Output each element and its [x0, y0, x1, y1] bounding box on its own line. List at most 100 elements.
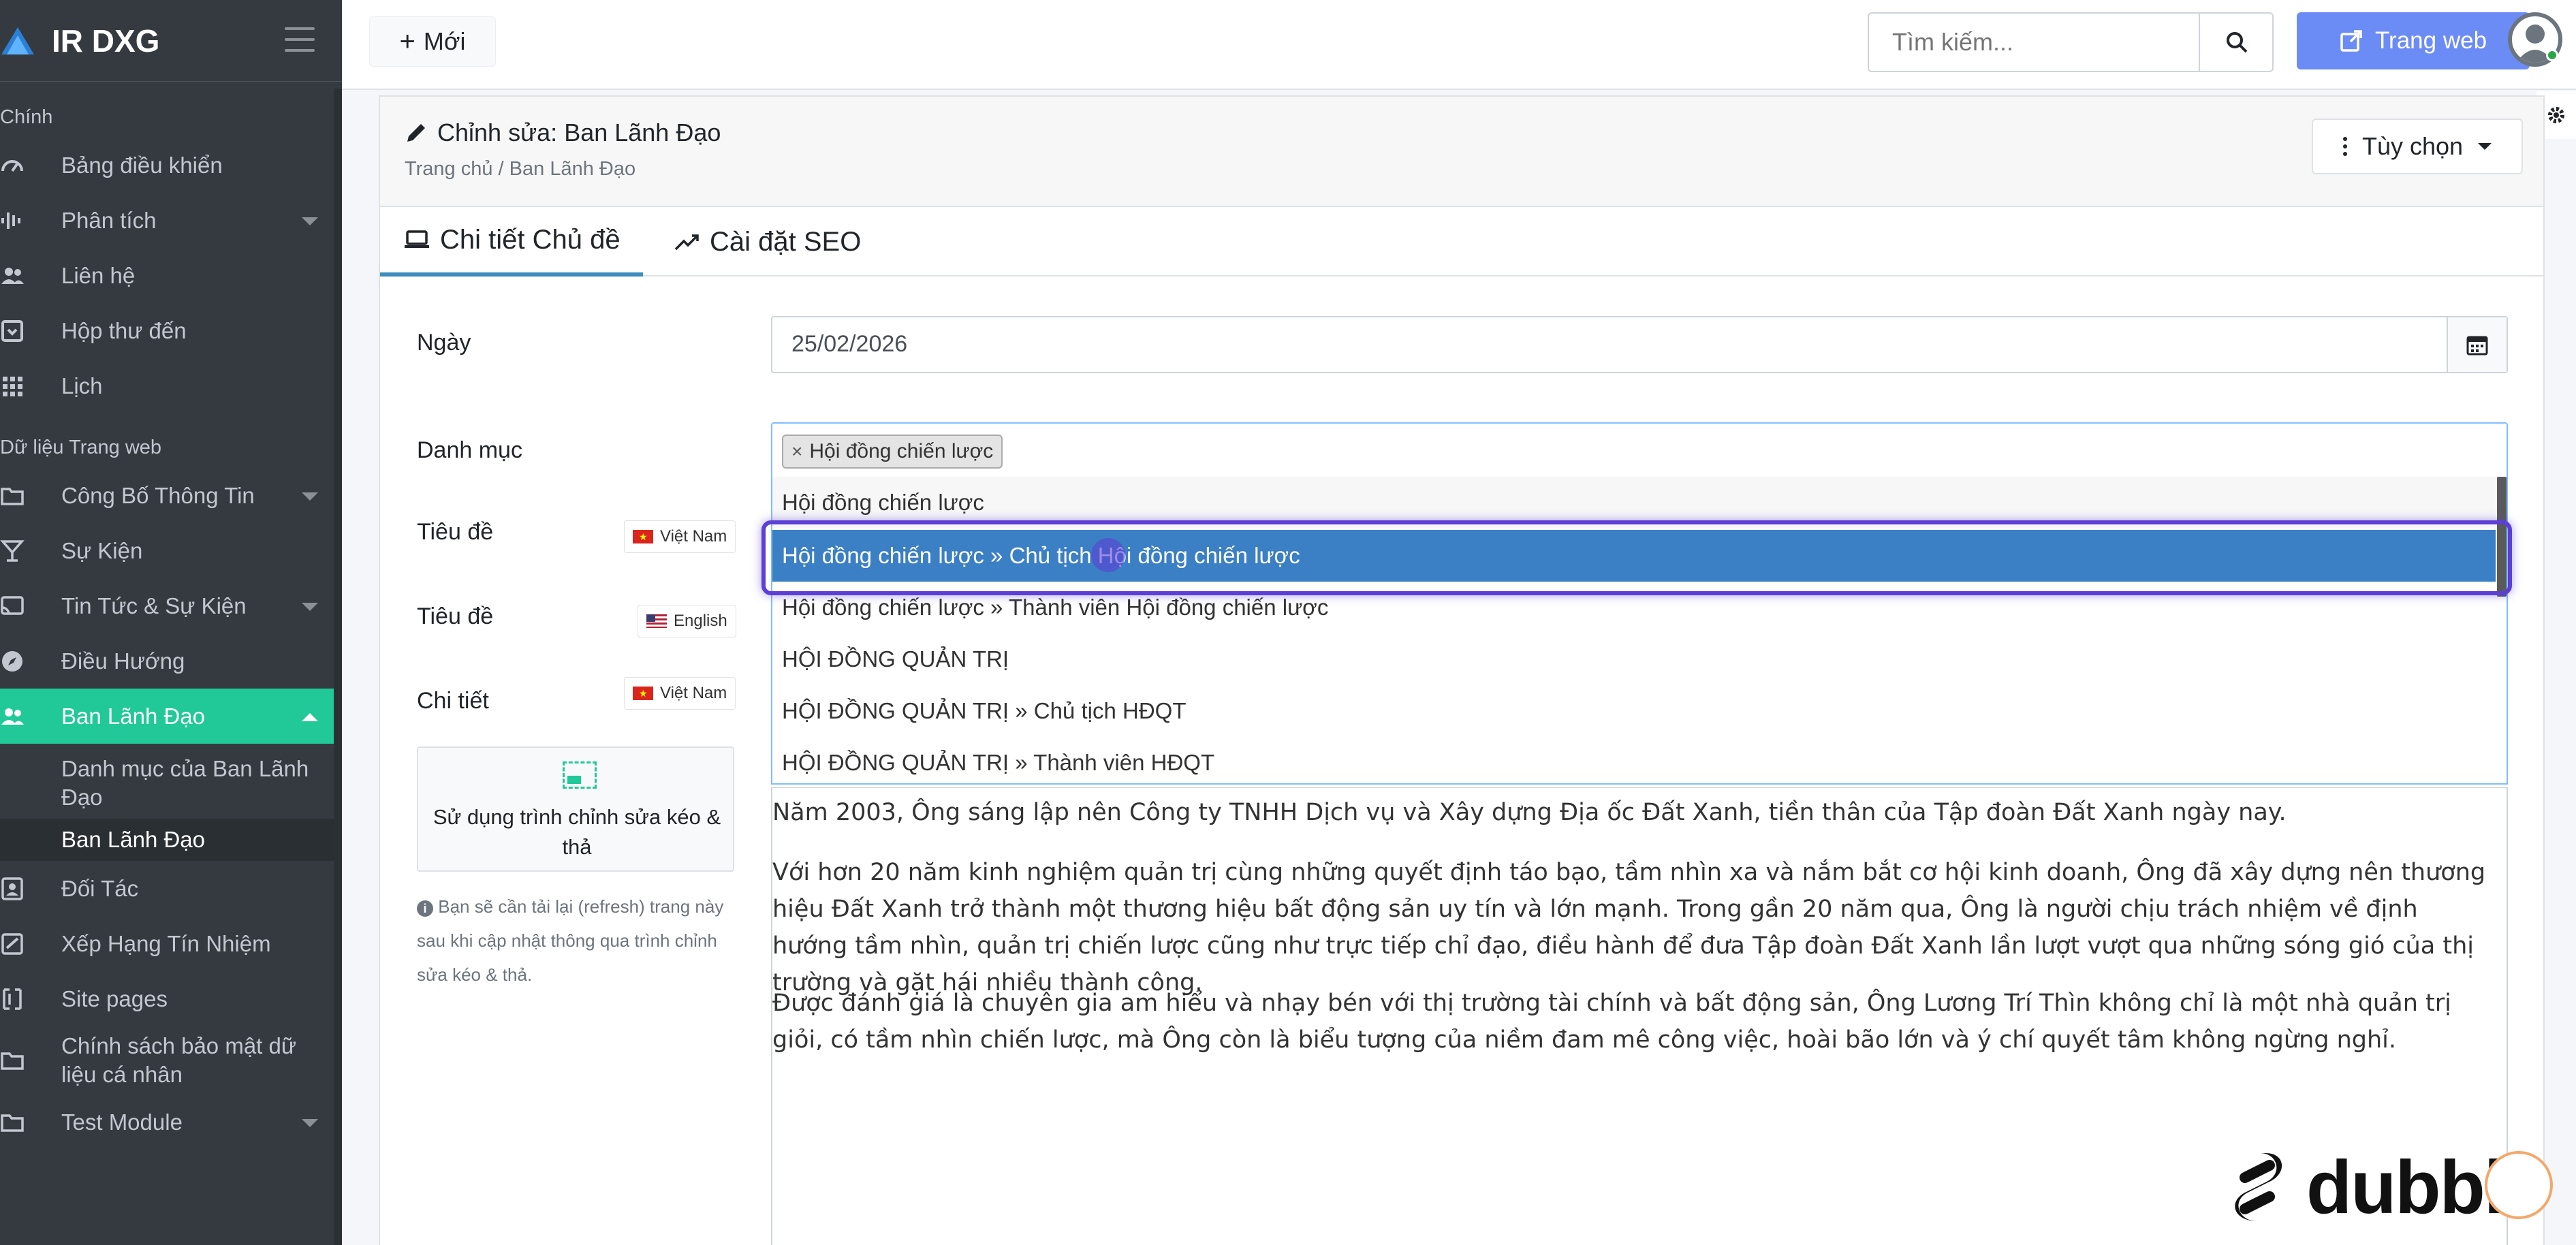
sidebar-item-leadership[interactable]: Ban Lãnh Đạo: [0, 689, 334, 744]
language-vn-label: Việt Nam: [660, 684, 727, 702]
category-dropdown-list: Hội đồng chiến lược Hội đồng chiến lược …: [771, 477, 2508, 785]
sidebar-nav: Chính Bảng điều khiển Phân tích Liên hệ …: [0, 97, 342, 1150]
dropdown-option-highlighted[interactable]: Hội đồng chiến lược » Chủ tịch Hội đồng …: [772, 530, 2496, 582]
users-icon: [0, 704, 25, 729]
tab-bar: Chi tiết Chủ đề Cài đặt SEO: [380, 207, 2543, 277]
sidebar-item-label: Điều Hướng: [61, 648, 185, 674]
more-vertical-icon: [2342, 137, 2347, 156]
caret-down-icon: [2478, 143, 2492, 150]
plus-icon: +: [399, 26, 415, 57]
selected-category-tag: × Hội đồng chiến lược: [782, 435, 1003, 469]
sidebar-item-dashboard[interactable]: Bảng điều khiển: [0, 138, 342, 193]
chevron-down-icon: [302, 217, 318, 225]
trending-up-icon: [674, 234, 699, 251]
sidebar-item-credit-rating[interactable]: Xếp Hạng Tín Nhiệm: [0, 916, 342, 971]
new-button-label: Mới: [423, 27, 466, 55]
sidebar-item-test-module[interactable]: Test Module: [0, 1094, 342, 1150]
sidebar-item-inbox[interactable]: Hộp thư đến: [0, 303, 342, 358]
sidebar-item-privacy-policy[interactable]: Chính sách bảo mật dữ liệu cá nhân: [0, 1026, 342, 1094]
sidebar-item-label: Sự Kiện: [61, 537, 143, 563]
chevron-down-icon: [302, 492, 318, 501]
website-button-label: Trang web: [2374, 27, 2487, 54]
editor-paragraph: Năm 2003, Ông sáng lập nên Công ty TNHH …: [772, 799, 2287, 826]
sidebar-item-label: Chính sách bảo mật dữ liệu cá nhân: [61, 1033, 296, 1087]
page-title-text: Chỉnh sửa: Ban Lãnh Đạo: [437, 119, 721, 146]
search-button[interactable]: [2201, 14, 2272, 71]
sidebar-item-navigation[interactable]: Điều Hướng: [0, 633, 342, 689]
dashboard-icon: [0, 153, 25, 178]
page-title: Chỉnh sửa: Ban Lãnh Đạo: [405, 119, 721, 147]
rating-icon: [0, 932, 25, 956]
sidebar-item-label: Hộp thư đến: [61, 317, 187, 343]
cast-icon: [0, 594, 25, 618]
new-button[interactable]: + Mới: [369, 16, 496, 67]
sidebar-item-label: Bảng điều khiển: [61, 152, 223, 178]
language-en-label: English: [674, 612, 727, 630]
sidebar: IR DXG Chính Bảng điều khiển Phân tích L…: [0, 0, 342, 1245]
sidebar-item-disclosure[interactable]: Công Bố Thông Tin: [0, 468, 342, 523]
sidebar-item-label: Phân tích: [61, 207, 157, 233]
vietnam-flag-icon: [633, 530, 653, 543]
section-header-web: Dữ liệu Trang web: [0, 437, 162, 458]
dropdown-option[interactable]: Hội đồng chiến lược: [772, 477, 2496, 529]
website-button[interactable]: Trang web: [2297, 12, 2530, 69]
dropdown-scrollbar[interactable]: [2497, 477, 2507, 597]
brand[interactable]: IR DXG: [0, 0, 342, 82]
sidebar-item-calendar[interactable]: Lịch: [0, 358, 342, 413]
section-header-main: Chính: [0, 106, 53, 128]
sidebar-item-label: Lịch: [61, 373, 103, 398]
dropdown-option[interactable]: Hội đồng chiến lược » Thành viên Hội đồn…: [772, 582, 2496, 633]
sidebar-item-contacts[interactable]: Liên hệ: [0, 248, 342, 303]
help-bubble-button[interactable]: [2485, 1151, 2553, 1219]
language-vn-label: Việt Nam: [660, 527, 727, 546]
vietnam-flag-icon: [633, 687, 653, 700]
options-label: Tùy chọn: [2361, 132, 2464, 160]
drag-drop-editor-button[interactable]: Sử dụng trình chỉnh sửa kéo & thả: [417, 746, 734, 872]
dropdown-option[interactable]: HỘI ĐỒNG QUẢN TRỊ: [772, 633, 2496, 685]
info-icon: i: [417, 900, 433, 917]
inbox-icon: [0, 319, 25, 343]
glass-icon: [0, 539, 25, 563]
laptop-icon: [405, 230, 429, 248]
editor-paragraph: Với hơn 20 năm kinh nghiệm quản trị cùng…: [772, 859, 2486, 996]
brand-logo-icon: [1, 27, 34, 54]
remove-tag-icon[interactable]: ×: [791, 441, 802, 462]
top-navbar: + Mới Trang web: [342, 0, 2576, 90]
grid-icon: [0, 374, 25, 398]
options-dropdown-button[interactable]: Tùy chọn: [2312, 119, 2523, 174]
sidebar-item-label: Đối Tác: [61, 875, 139, 901]
sidebar-item-label: Công Bố Thông Tin: [61, 482, 255, 508]
category-select[interactable]: × Hội đồng chiến lược: [771, 422, 2508, 478]
drag-drop-icon: [563, 761, 597, 789]
drag-drop-label: Sử dụng trình chỉnh sửa kéo & thả: [433, 805, 721, 859]
tab-label: Cài đặt SEO: [710, 226, 862, 257]
calendar-button[interactable]: [2447, 317, 2507, 372]
compass-icon: [0, 649, 25, 674]
date-field[interactable]: 25/02/2026: [771, 316, 2508, 373]
help-text-content: Bạn sẽ cần tải lại (refresh) trang này s…: [417, 896, 724, 985]
dubble-logo-icon: [2235, 1152, 2282, 1221]
sidebar-item-partners[interactable]: Đối Tác: [0, 861, 342, 916]
search-input[interactable]: [1869, 14, 2200, 71]
sidebar-subitem-leadership-categories[interactable]: Danh mục của Ban Lãnh Đạo: [0, 744, 342, 819]
cursor-indicator: [1091, 538, 1125, 572]
sidebar-item-events[interactable]: Sự Kiện: [0, 523, 342, 578]
us-flag-icon: [646, 614, 667, 628]
menu-toggle-icon[interactable]: [285, 27, 315, 52]
search-box: [1868, 12, 2274, 72]
breadcrumb[interactable]: Trang chủ / Ban Lãnh Đạo: [405, 158, 635, 180]
sidebar-subitem-leadership[interactable]: Ban Lãnh Đạo: [0, 819, 334, 861]
pages-icon: [0, 987, 25, 1011]
chevron-down-icon: [302, 603, 318, 611]
dropdown-option[interactable]: HỘI ĐỒNG QUẢN TRỊ » Thành viên HĐQT: [772, 737, 2496, 783]
language-badge-vn-detail: Việt Nam: [624, 677, 736, 710]
folder-icon: [0, 1110, 25, 1135]
sidebar-item-label: Tin Tức & Sự Kiện: [61, 593, 247, 618]
tab-seo-settings[interactable]: Cài đặt SEO: [674, 207, 861, 277]
analytics-icon: [0, 208, 25, 233]
dropdown-option[interactable]: HỘI ĐỒNG QUẢN TRỊ » Chủ tịch HĐQT: [772, 685, 2496, 737]
sidebar-item-news[interactable]: Tin Tức & Sự Kiện: [0, 578, 342, 633]
tab-topic-details[interactable]: Chi tiết Chủ đề: [380, 207, 643, 277]
sidebar-item-site-pages[interactable]: Site pages: [0, 971, 342, 1026]
sidebar-item-analytics[interactable]: Phân tích: [0, 193, 342, 248]
